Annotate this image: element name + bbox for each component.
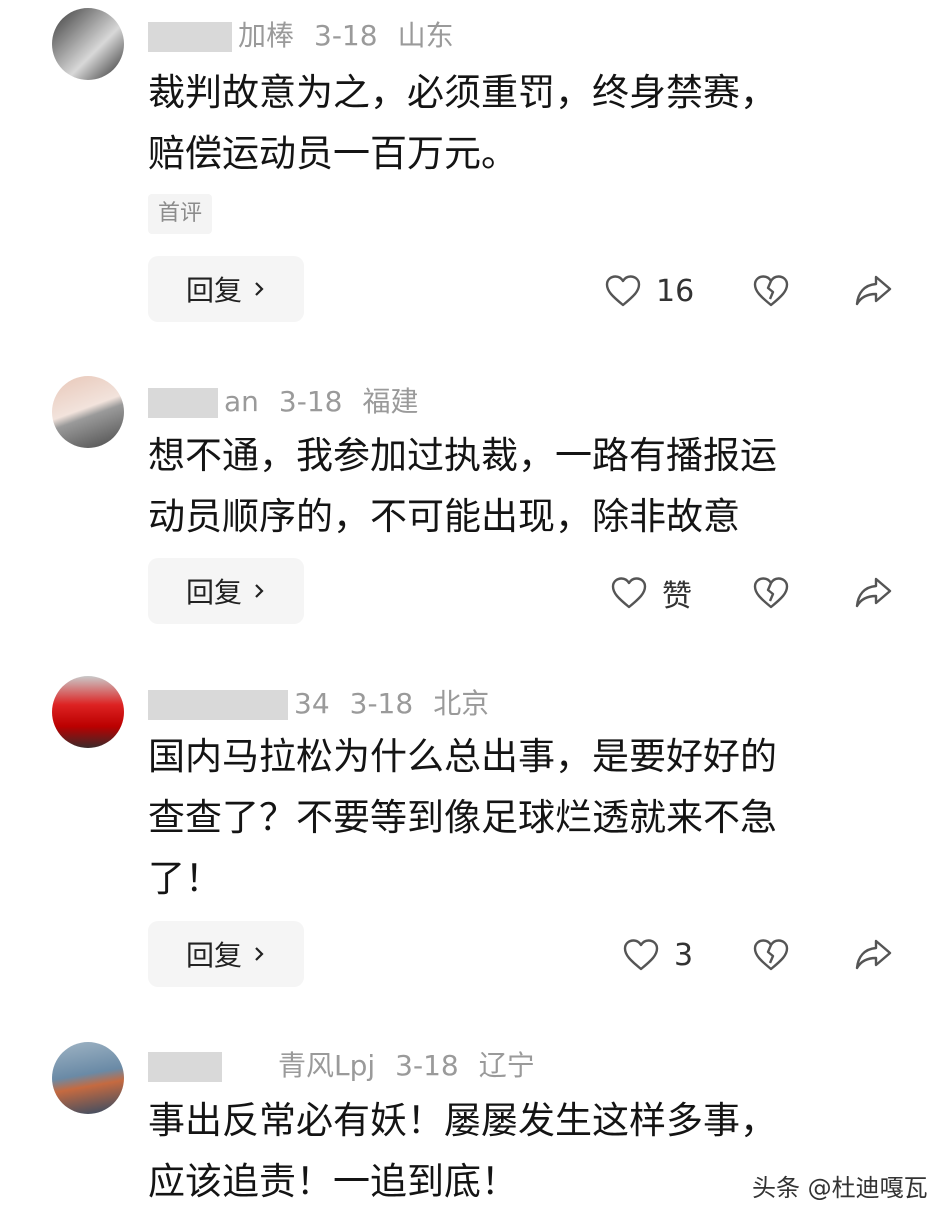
like-button[interactable]: 3 (622, 930, 693, 980)
comment-location: 山东 (397, 19, 454, 52)
heart-outline-icon (605, 275, 641, 307)
username-redacted (148, 1052, 222, 1082)
comment-location: 辽宁 (478, 1049, 535, 1082)
dislike-button[interactable] (752, 266, 790, 316)
share-arrow-icon (855, 577, 892, 608)
comment-date: 3-18 (395, 1049, 459, 1082)
share-button[interactable] (854, 568, 894, 618)
reply-button[interactable]: 回复 (148, 921, 304, 987)
dislike-button[interactable] (752, 568, 790, 618)
username[interactable]: 青风Lpj (278, 1049, 375, 1082)
like-button[interactable]: 16 (604, 266, 694, 316)
like-button[interactable]: 赞 (610, 568, 692, 618)
comment-meta: 34 3-18 北京 (148, 682, 509, 722)
comment-text: 裁判故意为之，必须重罚，终身禁赛， 赔偿运动员一百万元。 (148, 62, 888, 184)
comment-text: 国内马拉松为什么总出事，是要好好的 查查了？不要等到像足球烂透就来不急 了！ (148, 726, 888, 909)
username[interactable]: an (224, 385, 259, 418)
reply-label: 回复 (185, 274, 242, 307)
share-button[interactable] (854, 266, 894, 316)
comment-text-line: 赔偿运动员一百万元。 (148, 132, 518, 175)
like-count: 赞 (662, 579, 692, 614)
reply-label: 回复 (185, 576, 242, 609)
chevron-right-icon (255, 584, 264, 598)
username-redacted (148, 690, 288, 720)
dislike-button[interactable] (752, 930, 790, 980)
heart-outline-icon (623, 939, 659, 971)
comment-text-line: 想不通，我参加过执裁，一路有播报运 (148, 434, 777, 477)
avatar[interactable] (52, 376, 124, 448)
share-button[interactable] (854, 930, 894, 980)
comment-text-line: 国内马拉松为什么总出事，是要好好的 (148, 735, 777, 778)
watermark: 头条 @杜迪嘎瓦 (752, 1174, 928, 1202)
comment-meta: 加棒 3-18 山东 (148, 14, 474, 54)
comment-text-line: 查查了？不要等到像足球烂透就来不急 (148, 796, 777, 839)
like-count: 3 (674, 937, 694, 973)
heart-outline-icon (611, 577, 647, 609)
comment-actions: 赞 (600, 568, 900, 618)
comment-location: 北京 (433, 687, 490, 720)
chevron-right-icon (255, 947, 264, 961)
first-comment-badge: 首评 (148, 194, 213, 234)
broken-heart-icon (753, 939, 789, 971)
broken-heart-icon (753, 275, 789, 307)
username[interactable]: 34 (294, 687, 330, 720)
chevron-right-icon (255, 282, 264, 296)
share-arrow-icon (855, 939, 892, 970)
comment-text-line: 动员顺序的，不可能出现，除非故意 (148, 495, 740, 538)
share-arrow-icon (855, 275, 892, 306)
comment-actions: 16 (600, 266, 900, 316)
comment-text-line: 了！ (148, 857, 222, 900)
avatar[interactable] (52, 8, 124, 80)
reply-button[interactable]: 回复 (148, 256, 304, 322)
avatar[interactable] (52, 1042, 124, 1114)
comment-text-line: 事出反常必有妖！屡屡发生这样多事， (148, 1099, 777, 1142)
reply-label: 回复 (185, 939, 242, 972)
comment-date: 3-18 (349, 687, 414, 720)
comment-text: 想不通，我参加过执裁，一路有播报运 动员顺序的，不可能出现，除非故意 (148, 425, 888, 547)
comment-actions: 3 (600, 930, 900, 980)
username[interactable]: 加棒 (238, 19, 294, 52)
avatar[interactable] (52, 676, 124, 748)
comment-date: 3-18 (278, 385, 343, 418)
username-redacted (148, 388, 218, 418)
reply-button[interactable]: 回复 (148, 558, 304, 624)
comment-date: 3-18 (314, 19, 378, 52)
like-count: 16 (656, 273, 695, 309)
comment-meta: an 3-18 福建 (148, 380, 438, 420)
username-redacted (148, 22, 232, 52)
comment-location: 福建 (362, 385, 419, 418)
comment-text-line: 裁判故意为之，必须重罚，终身禁赛， (148, 71, 777, 114)
broken-heart-icon (753, 577, 789, 609)
comment-meta: 青风Lpj 3-18 辽宁 (148, 1044, 555, 1084)
